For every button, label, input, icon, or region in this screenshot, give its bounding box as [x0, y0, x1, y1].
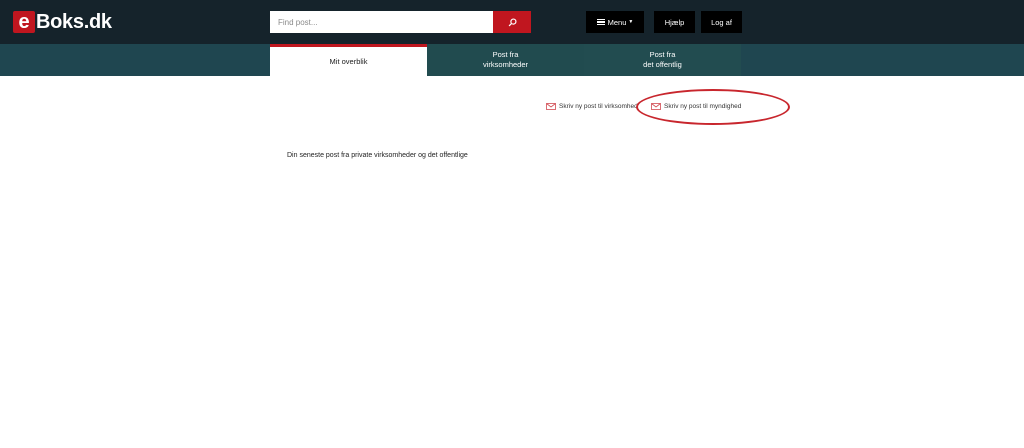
help-button[interactable]: Hjælp [654, 11, 695, 33]
search-input[interactable] [270, 11, 493, 33]
write-to-company-link[interactable]: Skriv ny post til virksomhed [546, 101, 638, 111]
search-bar [270, 11, 531, 33]
hamburger-icon [596, 19, 605, 25]
menu-label: Menu [607, 17, 627, 27]
envelope-icon [546, 102, 556, 110]
caret-down-icon: ▼ [628, 19, 634, 25]
logo-e-mark: e [13, 11, 35, 33]
envelope-icon [651, 102, 661, 110]
search-button[interactable] [493, 11, 531, 33]
menu-button[interactable]: Menu ▼ [586, 11, 644, 33]
eboks-logo[interactable]: e Boks.dk [13, 10, 112, 34]
tab-post-fra-virksomheder[interactable]: Post fra virksomheder [427, 44, 584, 76]
logo-text: Boks.dk [36, 10, 112, 33]
tab-post-fra-det-offentlig[interactable]: Post fra det offentlig [584, 44, 741, 76]
tab-bar: Mit overblik Post fra virksomheder Post … [0, 44, 1024, 76]
tab-mit-overblik[interactable]: Mit overblik [270, 44, 427, 76]
write-to-authority-link[interactable]: Skriv ny post til myndighed [651, 101, 741, 111]
logout-button[interactable]: Log af [701, 11, 742, 33]
write-to-authority-label: Skriv ny post til myndighed [664, 102, 742, 110]
search-icon [508, 17, 517, 26]
latest-mail-heading: Din seneste post fra private virksomhede… [287, 152, 468, 159]
write-to-company-label: Skriv ny post til virksomhed [559, 102, 638, 110]
top-header: e Boks.dk Menu ▼ Hjælp Log af [0, 0, 1024, 44]
